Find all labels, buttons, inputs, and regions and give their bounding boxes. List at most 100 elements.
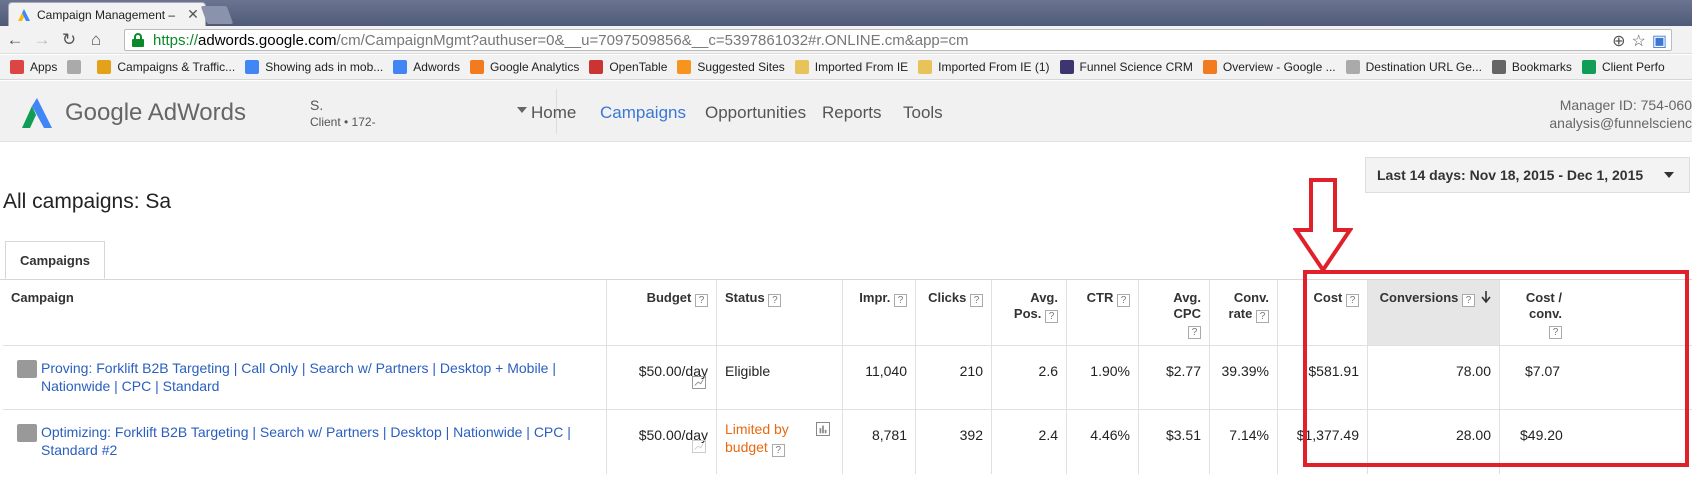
bookmark-item[interactable]: Imported From IE: [794, 60, 909, 74]
bookmark-label: Apps: [30, 60, 58, 74]
bookmark-label: Suggested Sites: [697, 60, 785, 74]
bookmark-item[interactable]: Imported From IE (1): [918, 60, 1050, 74]
col-header-avg-cpc[interactable]: Avg. CPC?: [1139, 280, 1210, 345]
col-header-conv-rate[interactable]: Conv. rate ?: [1210, 280, 1278, 345]
bookmark-label: OpenTable: [609, 60, 668, 74]
manager-email[interactable]: analysis@funnelscienc: [1549, 115, 1692, 131]
google-g-icon: [393, 60, 408, 74]
address-bar[interactable]: https://adwords.google.com/cm/CampaignMg…: [124, 29, 1672, 51]
help-icon[interactable]: ?: [768, 294, 782, 307]
account-dropdown-caret-icon[interactable]: [517, 107, 527, 113]
budget-chart-icon[interactable]: [692, 440, 706, 453]
help-icon[interactable]: ?: [695, 294, 708, 307]
magnifier-icon[interactable]: [17, 424, 37, 442]
analytics-icon: [1202, 60, 1217, 74]
bookmark-item[interactable]: Funnel Science CRM: [1059, 60, 1193, 74]
impr-value: 8,781: [843, 410, 916, 474]
account-name[interactable]: S.: [310, 97, 323, 113]
col-header-avg-pos[interactable]: Avg. Pos. ?: [992, 280, 1067, 345]
suggested-icon: [677, 60, 692, 74]
col-header-budget[interactable]: Budget ?: [607, 280, 717, 345]
bookmark-item[interactable]: [67, 60, 87, 74]
bookmark-label: Bookmarks: [1511, 60, 1572, 74]
col-header-status[interactable]: Status ?: [717, 280, 843, 345]
campaign-link[interactable]: Optimizing: Forklift B2B Targeting | Sea…: [41, 424, 571, 458]
back-arrow-icon[interactable]: ←: [3, 28, 27, 52]
bookmark-label: Google Analytics: [489, 60, 580, 74]
chevron-down-icon: [1664, 172, 1674, 178]
reload-icon[interactable]: ↻: [57, 28, 81, 52]
browser-tab-title: Campaign Management –: [37, 7, 176, 22]
avg-cpc-value: $2.77: [1139, 346, 1210, 410]
ctr-value: 4.46%: [1067, 410, 1139, 474]
conv-rate-value: 39.39%: [1210, 346, 1278, 410]
browser-tab-strip: [0, 0, 1692, 26]
bookmark-item[interactable]: OpenTable: [589, 60, 667, 74]
bookmark-item[interactable]: Showing ads in mob...: [245, 60, 383, 74]
bookmark-label: Client Perfo: [1601, 60, 1665, 74]
bookmark-item[interactable]: Client Perfo: [1581, 60, 1665, 74]
nav-campaigns[interactable]: Campaigns: [600, 103, 686, 123]
colorful-icon: [97, 60, 112, 74]
url-path: /cm/CampaignMgmt?authuser=0&__u=70975098…: [336, 31, 969, 49]
annotation-arrow-icon: [1293, 178, 1353, 273]
help-icon[interactable]: ?: [1256, 310, 1269, 323]
impr-value: 11,040: [843, 346, 916, 410]
nav-home[interactable]: Home: [531, 103, 576, 123]
bookmark-label: Funnel Science CRM: [1079, 60, 1193, 74]
bookmark-label: Imported From IE: [814, 60, 909, 74]
bookmark-label: Adwords: [413, 60, 460, 74]
bookmark-item[interactable]: Adwords: [393, 60, 460, 74]
nav-reports[interactable]: Reports: [822, 103, 882, 123]
status-limited: Limited by budget ?: [725, 421, 789, 457]
sheets-icon: [1581, 60, 1596, 74]
tab-campaigns[interactable]: Campaigns: [5, 241, 105, 279]
nav-opportunities[interactable]: Opportunities: [705, 103, 806, 123]
col-header-campaign[interactable]: Campaign: [3, 280, 607, 345]
col-header-clicks[interactable]: Clicks ?: [916, 280, 992, 345]
help-icon[interactable]: ?: [1188, 326, 1201, 339]
page-icon: [1345, 60, 1360, 74]
bookmark-item[interactable]: Suggested Sites: [677, 60, 785, 74]
campaign-link[interactable]: Proving: Forklift B2B Targeting | Call O…: [41, 360, 556, 394]
browser-toolbar: ← → ↻ ⌂ https://adwords.google.com/cm/Ca…: [0, 26, 1692, 54]
extension-icon[interactable]: ▣: [1652, 31, 1667, 51]
bookmark-item[interactable]: Campaigns & Traffic...: [97, 60, 235, 74]
page-icon: [67, 60, 82, 74]
date-range-selector[interactable]: Last 14 days: Nov 18, 2015 - Dec 1, 2015: [1365, 157, 1690, 193]
bookmark-item[interactable]: Destination URL Ge...: [1345, 60, 1482, 74]
bookmark-item[interactable]: Bookmarks: [1491, 60, 1572, 74]
b-icon: [1059, 60, 1074, 74]
manager-id: Manager ID: 754-060: [1559, 97, 1692, 113]
adwords-logo-icon: [22, 98, 52, 128]
page-title: All campaigns: Sa: [3, 190, 172, 213]
bookmark-item[interactable]: Apps: [10, 60, 57, 74]
account-client-id[interactable]: Client • 172-: [310, 115, 376, 129]
forward-arrow-icon[interactable]: →: [30, 28, 54, 52]
zoom-icon[interactable]: ⊕: [1612, 31, 1625, 51]
home-icon[interactable]: ⌂: [84, 28, 108, 52]
bookmark-label: Campaigns & Traffic...: [117, 60, 236, 74]
bookmark-label: Destination URL Ge...: [1365, 60, 1482, 74]
close-tab-icon[interactable]: ✕: [185, 6, 201, 23]
help-icon[interactable]: ?: [1117, 294, 1130, 307]
clicks-value: 392: [916, 410, 992, 474]
col-header-impr[interactable]: Impr. ?: [843, 280, 916, 345]
help-icon[interactable]: ?: [894, 294, 907, 307]
bookmark-item[interactable]: Overview - Google ...: [1202, 60, 1336, 74]
bar-chart-icon[interactable]: [816, 422, 830, 436]
help-icon[interactable]: ?: [970, 294, 983, 307]
help-icon[interactable]: ?: [771, 444, 785, 457]
bookmark-star-icon[interactable]: ☆: [1632, 31, 1646, 51]
browser-tab[interactable]: Campaign Management – ✕: [8, 2, 206, 26]
star-icon: [1491, 60, 1506, 74]
adwords-header: Google AdWords S. Client • 172- Home Cam…: [0, 81, 1692, 142]
status-value: Eligible: [717, 346, 843, 410]
nav-tools[interactable]: Tools: [903, 103, 943, 123]
magnifier-icon[interactable]: [17, 360, 37, 378]
avg-cpc-value: $3.51: [1139, 410, 1210, 474]
help-icon[interactable]: ?: [1045, 310, 1058, 323]
budget-chart-icon[interactable]: [692, 376, 706, 389]
bookmark-item[interactable]: Google Analytics: [469, 60, 580, 74]
col-header-ctr[interactable]: CTR ?: [1067, 280, 1139, 345]
